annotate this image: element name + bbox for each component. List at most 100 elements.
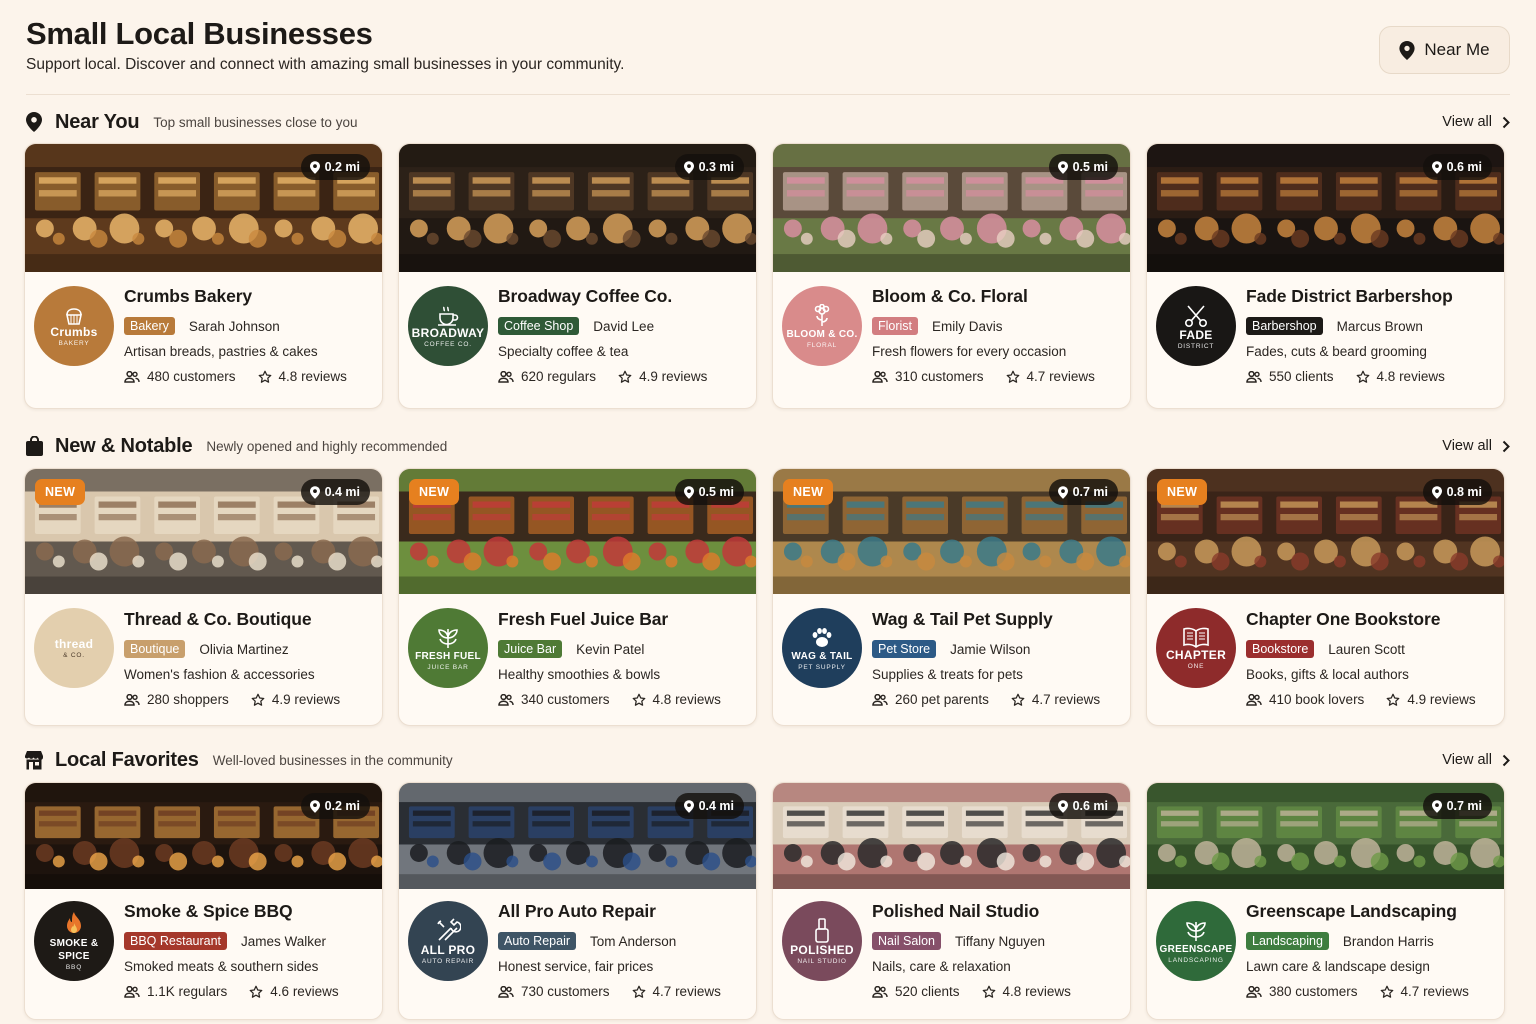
business-logo: FRESH FUEL JUICE BAR: [408, 608, 488, 688]
star-icon: [258, 370, 271, 383]
business-card[interactable]: 0.2 mi Crumbs BAKERY Crumbs Bakery Baker…: [24, 143, 383, 409]
card-body: FADE DISTRICT Fade District Barbershop B…: [1147, 272, 1504, 408]
business-card[interactable]: 0.6 mi POLISHED NAIL STUDIO Polished Nai…: [772, 782, 1131, 1020]
business-photo[interactable]: 0.2 mi: [25, 144, 382, 272]
business-name[interactable]: Fresh Fuel Juice Bar: [498, 609, 721, 630]
owner-name: Olivia Martinez: [199, 641, 289, 657]
card-body: SMOKE & SPICE BBQ Smoke & Spice BBQ BBQ …: [25, 889, 382, 1019]
business-photo[interactable]: 0.7 mi: [1147, 783, 1504, 889]
scissors-icon: [1184, 304, 1207, 327]
business-card[interactable]: 0.4 mi ALL PRO AUTO REPAIR All Pro Auto …: [398, 782, 757, 1020]
business-name[interactable]: Wag & Tail Pet Supply: [872, 609, 1100, 630]
review-rating[interactable]: 4.8 reviews: [1356, 369, 1445, 384]
section-near-you: Near You Top small businesses close to y…: [24, 107, 1510, 137]
card-body: ALL PRO AUTO REPAIR All Pro Auto Repair …: [399, 889, 756, 1019]
business-card[interactable]: NEW 0.5 mi FRESH FUEL JUICE BAR Fresh Fu…: [398, 468, 757, 726]
business-card[interactable]: 0.2 mi SMOKE & SPICE BBQ Smoke & Spice B…: [24, 782, 383, 1020]
business-photo[interactable]: 0.4 mi: [399, 783, 756, 889]
leaf-icon: [438, 628, 458, 648]
category-tag[interactable]: Auto Repair: [498, 932, 577, 950]
business-name[interactable]: Fade District Barbershop: [1246, 286, 1453, 307]
review-rating[interactable]: 4.8 reviews: [982, 984, 1071, 999]
business-card[interactable]: 0.3 mi BROADWAY COFFEE CO. Broadway Coff…: [398, 143, 757, 409]
business-photo[interactable]: 0.3 mi: [399, 144, 756, 272]
new-badge: NEW: [35, 479, 86, 505]
business-photo[interactable]: 0.6 mi: [1147, 144, 1504, 272]
category-tag[interactable]: Barbershop: [1246, 317, 1323, 335]
business-name[interactable]: Thread & Co. Boutique: [124, 609, 340, 630]
business-info: All Pro Auto Repair Auto Repair Tom Ande…: [498, 901, 721, 999]
review-rating[interactable]: 4.6 reviews: [249, 984, 339, 999]
review-rating[interactable]: 4.8 reviews: [632, 692, 721, 707]
logo-subtitle: NAIL STUDIO: [797, 957, 847, 965]
view-all-link[interactable]: View all: [1442, 752, 1510, 768]
page-header: Small Local Businesses Support local. Di…: [26, 16, 1510, 94]
business-name[interactable]: Bloom & Co. Floral: [872, 286, 1095, 307]
review-rating[interactable]: 4.8 reviews: [258, 369, 347, 384]
map-pin-icon: [1431, 799, 1442, 813]
review-rating[interactable]: 4.7 reviews: [1380, 984, 1469, 999]
category-tag[interactable]: Florist: [872, 317, 919, 335]
business-name[interactable]: Crumbs Bakery: [124, 286, 347, 307]
business-name[interactable]: Polished Nail Studio: [872, 901, 1071, 922]
category-tag[interactable]: Landscaping: [1246, 932, 1329, 950]
distance-badge: 0.5 mi: [1048, 154, 1118, 180]
business-photo[interactable]: 0.6 mi: [773, 783, 1130, 889]
page-subtitle: Support local. Discover and connect with…: [26, 56, 625, 73]
business-info: Thread & Co. Boutique Boutique Olivia Ma…: [124, 609, 340, 707]
logo-subtitle: & CO.: [63, 651, 85, 659]
business-card[interactable]: NEW 0.8 mi CHAPTER ONE Chapter One Books…: [1146, 468, 1505, 726]
logo-name: BROADWAY: [411, 325, 485, 340]
business-photo[interactable]: NEW 0.8 mi: [1147, 469, 1504, 594]
business-logo: WAG & TAIL PET SUPPLY: [782, 608, 862, 688]
chevron-right-icon: [1502, 116, 1510, 128]
category-tag[interactable]: Pet Store: [872, 640, 937, 658]
business-photo[interactable]: NEW 0.7 mi: [773, 469, 1130, 594]
review-rating[interactable]: 4.7 reviews: [632, 984, 721, 999]
category-tag[interactable]: Bakery: [124, 317, 175, 335]
business-logo: FADE DISTRICT: [1156, 286, 1236, 366]
review-rating[interactable]: 4.7 reviews: [1006, 369, 1095, 384]
users-icon: [872, 985, 888, 998]
business-photo[interactable]: 0.5 mi: [773, 144, 1130, 272]
category-tag[interactable]: Nail Salon: [872, 932, 941, 950]
view-all-link[interactable]: View all: [1442, 114, 1510, 130]
category-tag[interactable]: Bookstore: [1246, 640, 1315, 658]
view-all-link[interactable]: View all: [1442, 438, 1510, 454]
business-logo: CHAPTER ONE: [1156, 608, 1236, 688]
business-photo[interactable]: NEW 0.4 mi: [25, 469, 382, 594]
business-name[interactable]: All Pro Auto Repair: [498, 901, 721, 922]
owner-name: James Walker: [241, 933, 327, 949]
review-rating[interactable]: 4.7 reviews: [1011, 692, 1100, 707]
near-me-button[interactable]: Near Me: [1379, 26, 1510, 74]
map-pin-icon: [1399, 40, 1416, 60]
card-row-near-you: 0.2 mi Crumbs BAKERY Crumbs Bakery Baker…: [24, 143, 1510, 409]
business-card[interactable]: NEW 0.4 mi thread & CO. Thread & Co. Bou…: [24, 468, 383, 726]
business-card[interactable]: 0.6 mi FADE DISTRICT Fade District Barbe…: [1146, 143, 1505, 409]
audience-count: 260 pet parents: [872, 692, 989, 707]
business-name[interactable]: Chapter One Bookstore: [1246, 609, 1476, 630]
section-new-notable: New & Notable Newly opened and highly re…: [24, 431, 1510, 461]
section-title: Local Favorites: [55, 748, 199, 771]
business-photo[interactable]: NEW 0.5 mi: [399, 469, 756, 594]
book-icon: [1183, 627, 1209, 648]
map-pin-icon: [683, 799, 694, 813]
business-card[interactable]: NEW 0.7 mi WAG & TAIL PET SUPPLY Wag & T…: [772, 468, 1131, 726]
business-name[interactable]: Broadway Coffee Co.: [498, 286, 707, 307]
chevron-right-icon: [1502, 754, 1510, 766]
business-name[interactable]: Greenscape Landscaping: [1246, 901, 1469, 922]
category-tag[interactable]: Boutique: [124, 640, 186, 658]
category-tag[interactable]: Coffee Shop: [498, 317, 580, 335]
category-tag[interactable]: BBQ Restaurant: [124, 932, 228, 950]
review-rating[interactable]: 4.9 reviews: [1386, 692, 1476, 707]
business-card[interactable]: 0.5 mi BLOOM & CO. FLORAL Bloom & Co. Fl…: [772, 143, 1131, 409]
review-rating[interactable]: 4.9 reviews: [618, 369, 707, 384]
card-row-new-notable: NEW 0.4 mi thread & CO. Thread & Co. Bou…: [24, 468, 1510, 726]
review-rating[interactable]: 4.9 reviews: [251, 692, 340, 707]
category-tag[interactable]: Juice Bar: [498, 640, 563, 658]
business-photo[interactable]: 0.2 mi: [25, 783, 382, 889]
owner-name: Jamie Wilson: [950, 641, 1031, 657]
near-me-label: Near Me: [1424, 40, 1490, 59]
business-card[interactable]: 0.7 mi GREENSCAPE LANDSCAPING Greenscape…: [1146, 782, 1505, 1020]
business-name[interactable]: Smoke & Spice BBQ: [124, 901, 339, 922]
